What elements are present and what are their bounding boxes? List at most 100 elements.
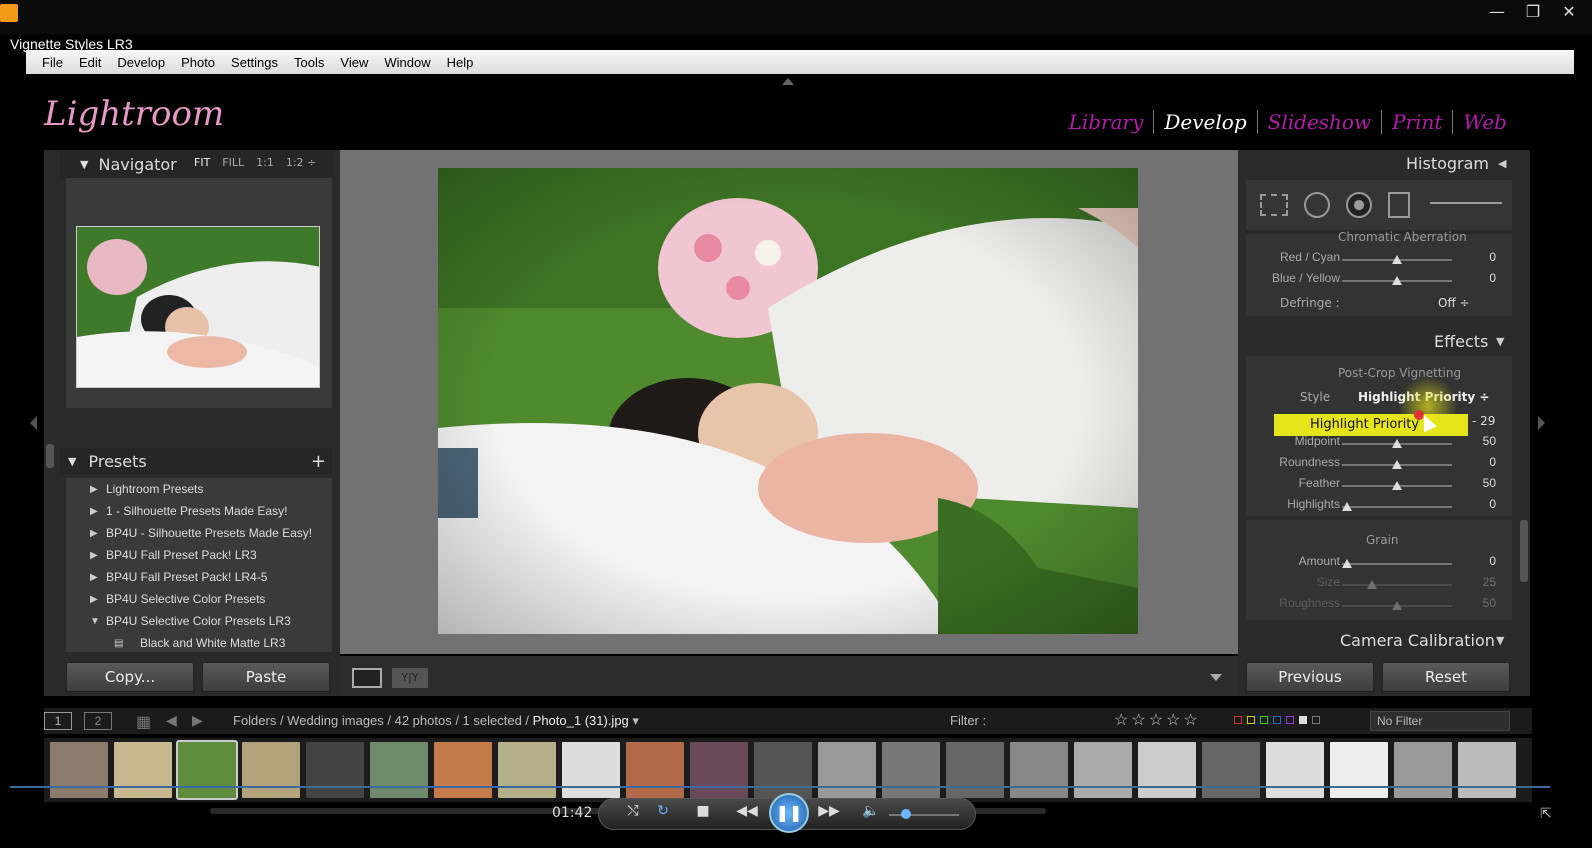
grain-size-slider[interactable]: Size 25 <box>1250 575 1510 595</box>
right-panel-toggle-icon[interactable] <box>1538 416 1545 430</box>
red-cyan-slider[interactable]: Red / Cyan 0 <box>1250 250 1510 270</box>
filmstrip-thumbnail[interactable] <box>882 742 940 798</box>
restore-icon[interactable]: ❐ <box>1522 2 1544 22</box>
back-arrow-icon[interactable]: ◀ <box>166 712 177 729</box>
fast-forward-icon[interactable]: ▶▶ <box>817 803 841 819</box>
slider-knob[interactable] <box>1367 580 1377 589</box>
volume-slider[interactable] <box>889 814 959 816</box>
red-eye-icon[interactable] <box>1346 192 1372 218</box>
slider-knob[interactable] <box>1342 502 1352 511</box>
rewind-icon[interactable]: ◀◀ <box>735 803 759 819</box>
slider-value[interactable]: 0 <box>1466 271 1496 285</box>
pause-button[interactable]: ❚❚ <box>769 793 809 833</box>
reset-button[interactable]: Reset <box>1382 662 1510 692</box>
filmstrip-thumbnail[interactable] <box>1138 742 1196 798</box>
shuffle-icon[interactable]: ⤭ <box>621 803 645 819</box>
preset-folder[interactable]: ▶ BP4U Fall Preset Pack! LR4-5 <box>66 566 332 588</box>
preset-folder[interactable]: ▶ Lightroom Presets <box>66 478 332 500</box>
navigator-thumbnail[interactable] <box>76 226 320 388</box>
collapse-triangle-icon[interactable]: ▼ <box>1496 634 1504 647</box>
filmstrip-thumbnail[interactable] <box>242 742 300 798</box>
module-web[interactable]: Web <box>1453 110 1517 134</box>
module-slideshow[interactable]: Slideshow <box>1258 110 1383 134</box>
zoom-fill[interactable]: FILL <box>222 156 244 169</box>
slider-knob[interactable] <box>1392 601 1402 610</box>
star-rating-filter[interactable]: ☆☆☆☆☆ <box>1114 710 1201 730</box>
filmstrip-thumbnail[interactable] <box>498 742 556 798</box>
grain-roughness-slider[interactable]: Roughness 50 <box>1250 596 1510 616</box>
filmstrip-thumbnail[interactable] <box>114 742 172 798</box>
slider-knob[interactable] <box>1392 460 1402 469</box>
yellow-label-icon[interactable] <box>1247 716 1255 724</box>
menu-develop[interactable]: Develop <box>109 55 173 70</box>
module-develop[interactable]: Develop <box>1154 110 1258 134</box>
filmstrip-thumbnail[interactable] <box>50 742 108 798</box>
blue-label-icon[interactable] <box>1273 716 1281 724</box>
slider-value[interactable]: 50 <box>1466 434 1496 448</box>
volume-icon[interactable]: 🔈 <box>859 803 883 819</box>
menu-settings[interactable]: Settings <box>223 55 286 70</box>
filmstrip-thumbnail[interactable] <box>1074 742 1132 798</box>
filmstrip-thumbnail[interactable] <box>1010 742 1068 798</box>
filmstrip-thumbnail[interactable] <box>434 742 492 798</box>
left-panel-toggle-icon[interactable] <box>30 416 37 430</box>
style-dropdown-option[interactable]: Highlight Priority <box>1274 414 1468 436</box>
fullscreen-icon[interactable]: ⇱ <box>1540 806 1552 822</box>
menu-window[interactable]: Window <box>376 55 438 70</box>
add-preset-icon[interactable]: + <box>311 451 326 472</box>
menu-photo[interactable]: Photo <box>173 55 223 70</box>
left-panel-scrollbar[interactable] <box>46 444 54 468</box>
top-panel-toggle-icon[interactable] <box>782 78 794 85</box>
repeat-icon[interactable]: ↻ <box>651 803 675 819</box>
adjustment-brush-icon[interactable] <box>1430 202 1502 204</box>
filmstrip-thumbnail[interactable] <box>946 742 1004 798</box>
source-path[interactable]: Folders / Wedding images / 42 photos / 1… <box>233 713 639 729</box>
filmstrip-thumbnail[interactable] <box>1202 742 1260 798</box>
menu-tools[interactable]: Tools <box>286 55 332 70</box>
right-panel-scrollbar[interactable] <box>1520 520 1528 582</box>
stop-icon[interactable]: ■ <box>691 803 715 819</box>
roundness-slider[interactable]: Roundness 0 <box>1250 455 1510 475</box>
preset-folder[interactable]: ▶ 1 - Silhouette Presets Made Easy! <box>66 500 332 522</box>
filmstrip-thumbnail[interactable] <box>690 742 748 798</box>
zoom-1-1[interactable]: 1:1 <box>256 156 274 169</box>
slider-track[interactable] <box>1342 584 1452 586</box>
slider-knob[interactable] <box>1392 481 1402 490</box>
slider-value[interactable]: 0 <box>1466 554 1496 568</box>
filmstrip-thumbnail[interactable] <box>818 742 876 798</box>
close-icon[interactable]: ✕ <box>1558 2 1580 22</box>
filmstrip-thumbnail[interactable] <box>176 740 238 800</box>
filter-preset-select[interactable]: No Filter <box>1370 711 1510 731</box>
feather-slider[interactable]: Feather 50 <box>1250 476 1510 496</box>
module-print[interactable]: Print <box>1382 110 1454 134</box>
filmstrip-thumbnail[interactable] <box>754 742 812 798</box>
secondary-display-button[interactable]: 2 <box>84 712 112 730</box>
histogram-collapse-icon[interactable]: ◀ <box>1498 157 1506 170</box>
slider-track[interactable] <box>1342 563 1452 565</box>
histogram-header[interactable]: Histogram <box>1406 154 1489 173</box>
filmstrip-thumbnail[interactable] <box>306 742 364 798</box>
filmstrip-thumbnail[interactable] <box>370 742 428 798</box>
color-label-filter[interactable] <box>1234 716 1320 724</box>
collapse-triangle-icon[interactable]: ▼ <box>1496 335 1504 348</box>
graduated-filter-icon[interactable] <box>1388 192 1410 218</box>
slider-value[interactable]: 50 <box>1466 476 1496 490</box>
gray-label-icon[interactable] <box>1312 716 1320 724</box>
before-after-view-icon[interactable]: Y|Y <box>392 668 428 688</box>
video-progress-bar[interactable] <box>10 786 1550 788</box>
toolbar-menu-icon[interactable] <box>1210 674 1222 681</box>
filmstrip-thumbnail[interactable] <box>1458 742 1516 798</box>
midpoint-slider[interactable]: Midpoint 50 <box>1250 434 1510 454</box>
forward-arrow-icon[interactable]: ▶ <box>192 712 203 729</box>
preset-item[interactable]: ▤ Black and White Matte LR3 <box>66 632 332 652</box>
slider-value[interactable]: 50 <box>1466 596 1496 610</box>
slider-value[interactable]: 0 <box>1466 455 1496 469</box>
menu-file[interactable]: File <box>34 55 71 70</box>
loupe-view-icon[interactable] <box>352 668 382 688</box>
menu-view[interactable]: View <box>332 55 376 70</box>
preset-folder[interactable]: ▶ BP4U - Silhouette Presets Made Easy! <box>66 522 332 544</box>
filmstrip-thumbnail[interactable] <box>626 742 684 798</box>
grain-amount-slider[interactable]: Amount 0 <box>1250 554 1510 574</box>
filmstrip-thumbnail[interactable] <box>1266 742 1324 798</box>
preset-folder[interactable]: ▼ BP4U Selective Color Presets LR3 <box>66 610 332 632</box>
